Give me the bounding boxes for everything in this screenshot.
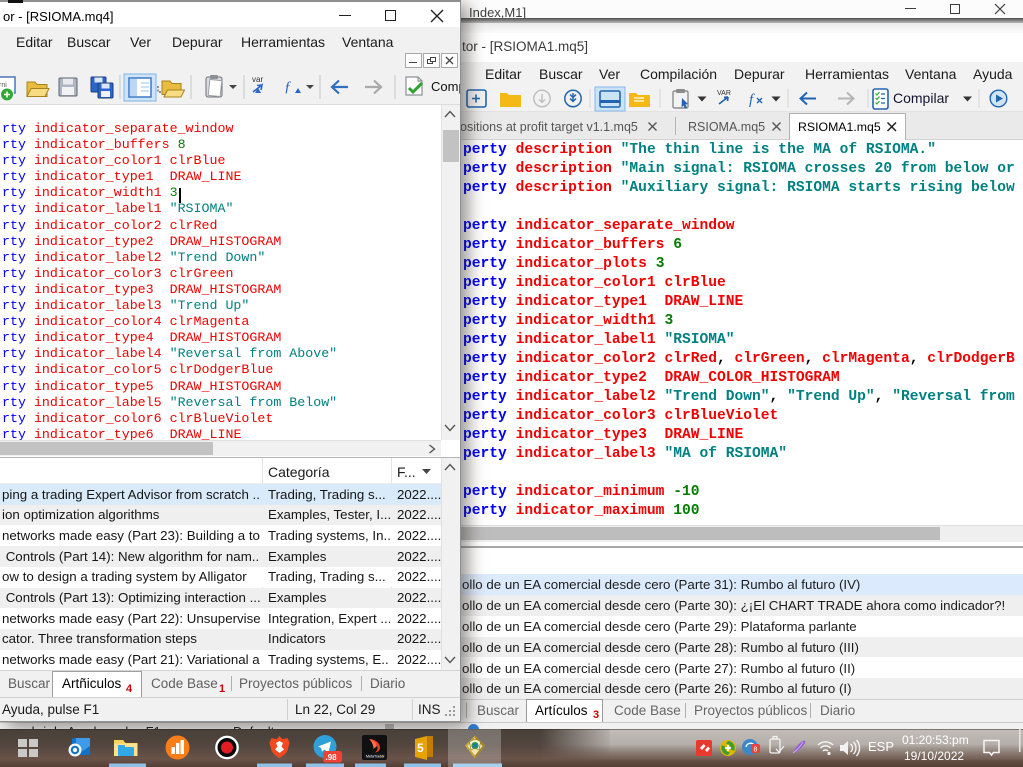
svg-text:5: 5	[417, 741, 424, 755]
svg-text:var: var	[252, 75, 263, 84]
svg-text:.98: .98	[326, 753, 338, 762]
svg-text:VAR: VAR	[717, 90, 731, 97]
svg-text:ƒ: ƒ	[284, 79, 292, 95]
svg-text:5: 5	[382, 755, 384, 759]
svg-text:f: f	[749, 92, 755, 108]
svg-text:8: 8	[754, 747, 758, 754]
